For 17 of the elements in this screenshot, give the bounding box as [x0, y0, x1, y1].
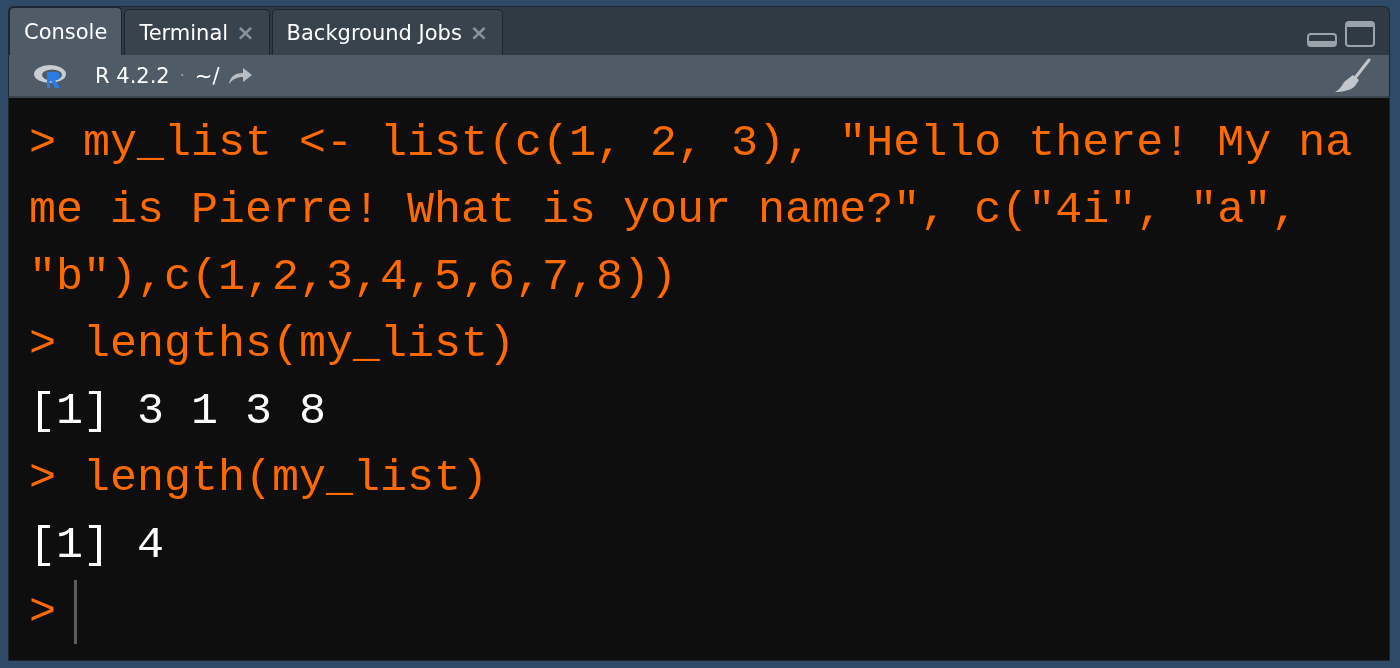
separator-dot: ·: [179, 66, 185, 85]
arrow-icon[interactable]: [227, 65, 254, 86]
command-line: > length(my_list): [29, 452, 490, 506]
tab[interactable]: Console: [9, 7, 123, 55]
working-directory[interactable]: ~/: [194, 63, 220, 88]
output-text: [1] 3 1 3 8: [29, 386, 327, 437]
text-cursor: [74, 580, 77, 645]
broom-icon[interactable]: [1333, 57, 1371, 94]
command-line: > lengths(my_list): [29, 318, 517, 372]
tab[interactable]: Terminal ×: [124, 9, 270, 55]
maximize-icon[interactable]: [1345, 21, 1375, 47]
output-text: [1] 4: [29, 520, 165, 571]
tab[interactable]: Background Jobs ×: [271, 9, 504, 55]
r-version: R 4.2.2: [95, 63, 170, 88]
command-line: > my_list <- list(c(1, 2, 3), "Hello there! My name is Pierre! What is your name?", c("4i", "a", "b"),c(1,2,3,4,5,6,7,8)): [29, 117, 1353, 305]
minimize-icon[interactable]: [1307, 33, 1337, 47]
prompt: >: [29, 587, 56, 638]
